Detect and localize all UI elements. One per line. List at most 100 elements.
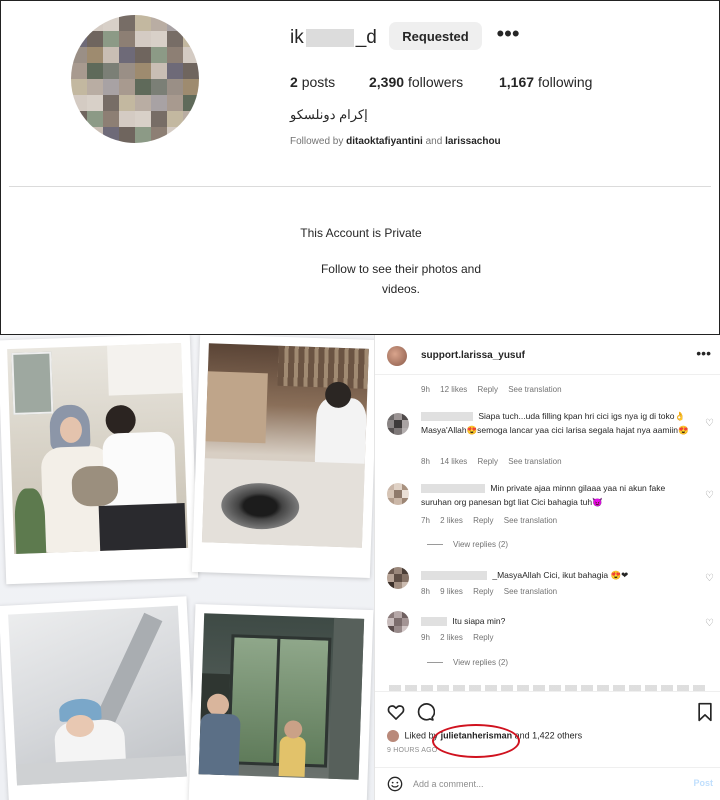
avatar-pixel: [87, 31, 103, 47]
comment-text: Min private ajaa minnn gilaaa yaa ni aku…: [421, 481, 689, 509]
liked-by-avatar: [387, 730, 399, 742]
comment-translate-button[interactable]: See translation: [508, 385, 561, 394]
more-options-icon[interactable]: •••: [495, 22, 521, 50]
followers-count: 2,390: [369, 74, 405, 90]
like-heart-icon[interactable]: ♡: [705, 618, 714, 629]
comment-translate-button[interactable]: See translation: [504, 587, 557, 596]
polaroid-photo-1: [0, 335, 199, 585]
comment-avatar[interactable]: [387, 413, 409, 435]
comment-icon[interactable]: [415, 702, 435, 722]
avatar-pixel: [87, 15, 103, 31]
comment-likes[interactable]: 14 likes: [440, 457, 467, 466]
followed-by-prefix: Followed by: [290, 136, 344, 147]
post-author-avatar[interactable]: [387, 346, 407, 366]
avatar-pixel: [151, 127, 167, 143]
liked-by-text: Liked by julietanherisman and 1,422 othe…: [387, 730, 582, 742]
comment-likes[interactable]: 2 likes: [440, 633, 463, 642]
avatar-pixel: [103, 63, 119, 79]
liked-by-suffix[interactable]: and 1,422 others: [515, 730, 583, 740]
avatar-pixel: [119, 111, 135, 127]
photo-restaurant-table: [201, 343, 369, 548]
avatar-pixel: [103, 31, 119, 47]
avatar-pixel: [167, 63, 183, 79]
comment-translate-button[interactable]: See translation: [508, 457, 561, 466]
view-replies-button[interactable]: View replies (2): [427, 658, 508, 667]
photo-couple-in-store: [7, 343, 189, 554]
add-comment-row: Post: [375, 767, 720, 800]
avatar-pixel: [183, 95, 199, 111]
avatar-pixel: [167, 47, 183, 63]
comment-reply-button[interactable]: Reply: [478, 385, 498, 394]
like-heart-icon[interactable]: ♡: [705, 490, 714, 501]
avatar-pixel: [183, 111, 199, 127]
avatar-pixel: [119, 127, 135, 143]
avatar-pixel: [135, 15, 151, 31]
comment-reply-button[interactable]: Reply: [473, 633, 493, 642]
avatar-pixel: [167, 31, 183, 47]
comment-likes[interactable]: 9 likes: [440, 587, 463, 596]
followed-by-user-2[interactable]: larissachou: [445, 136, 501, 147]
profile-full-name: إكرام دونلسكو: [290, 107, 368, 122]
liked-by-prefix: Liked by: [404, 730, 439, 741]
comment-avatar[interactable]: [387, 567, 409, 589]
post-action-bar: [375, 691, 720, 731]
followers-stat[interactable]: 2,390 followers: [369, 74, 463, 90]
comment-reply-button[interactable]: Reply: [478, 457, 498, 466]
comment-body: _MasyaAllah Cici, ikut bahagia 😍❤: [492, 570, 629, 580]
view-replies-button[interactable]: View replies (2): [427, 540, 508, 549]
like-heart-icon[interactable]: ♡: [705, 418, 714, 429]
section-divider: [9, 186, 711, 187]
avatar-pixel: [71, 31, 87, 47]
avatar-pixel: [151, 95, 167, 111]
private-account-title: This Account is Private: [300, 226, 422, 240]
posts-count: 2: [290, 74, 298, 90]
followed-by-user-1[interactable]: ditaoktafiyantini: [346, 136, 423, 147]
comment-avatar[interactable]: [387, 611, 409, 633]
avatar-pixel: [103, 95, 119, 111]
avatar-pixel: [71, 15, 87, 31]
posts-label: posts: [301, 74, 336, 90]
heart-icon[interactable]: [386, 702, 406, 722]
emoji-icon[interactable]: [387, 776, 403, 792]
liked-by-username[interactable]: julietanherisman: [441, 730, 513, 740]
comment-likes[interactable]: 12 likes: [440, 385, 467, 394]
avatar-pixel: [87, 63, 103, 79]
post-more-icon[interactable]: •••: [696, 345, 711, 361]
followed-by-text: Followed by ditaoktafiyantini and lariss…: [290, 136, 501, 147]
avatar-pixel: [103, 111, 119, 127]
avatar-pixel: [135, 31, 151, 47]
avatar-pixel: [119, 31, 135, 47]
post-comment-button[interactable]: Post: [693, 778, 713, 788]
post-time-ago: 9 HOURS AGO: [387, 747, 438, 754]
avatar-pixel: [183, 127, 199, 143]
requested-button[interactable]: Requested: [389, 22, 482, 50]
avatar-pixel: [71, 95, 87, 111]
avatar-pixel: [71, 47, 87, 63]
comment-translate-button[interactable]: See translation: [504, 516, 557, 525]
comment-likes[interactable]: 2 likes: [440, 516, 463, 525]
following-stat[interactable]: 1,167 following: [499, 74, 592, 90]
avatar-pixel: [151, 15, 167, 31]
avatar-pixel: [151, 63, 167, 79]
bookmark-icon[interactable]: [697, 702, 713, 722]
profile-avatar[interactable]: [71, 15, 199, 143]
comment-reply-button[interactable]: Reply: [473, 516, 493, 525]
comment-body: Itu siapa min?: [452, 616, 506, 626]
post-author-username[interactable]: support.larissa_yusuf: [421, 350, 525, 361]
avatar-pixel: [71, 79, 87, 95]
avatar-pixel: [71, 127, 87, 143]
avatar-pixel: [135, 63, 151, 79]
like-heart-icon[interactable]: ♡: [705, 573, 714, 584]
avatar-pixel: [183, 31, 199, 47]
comments-panel: support.larissa_yusuf ••• 9h 12 likes Re…: [374, 335, 720, 800]
avatar-pixel: [87, 95, 103, 111]
photo-family-at-store-entrance: [198, 613, 365, 780]
add-comment-input[interactable]: [413, 775, 663, 793]
comment-reply-button[interactable]: Reply: [473, 587, 493, 596]
avatar-pixel: [135, 127, 151, 143]
comment-avatar[interactable]: [387, 483, 409, 505]
comment-text: Itu siapa min?: [421, 614, 689, 628]
avatar-pixel: [119, 15, 135, 31]
avatar-pixel: [71, 63, 87, 79]
comment-time: 8h: [421, 457, 430, 466]
